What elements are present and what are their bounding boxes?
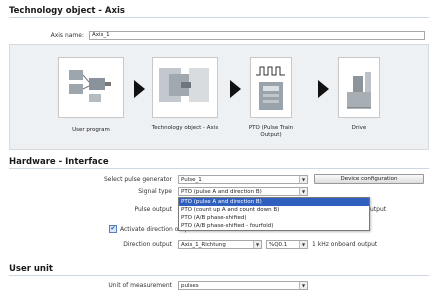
activate-direction-checkbox[interactable]: ✔ xyxy=(109,225,117,233)
pto-box xyxy=(250,57,292,118)
axis-name-label: Axis name: xyxy=(50,32,84,39)
chevron-down-icon[interactable]: ▼ xyxy=(253,241,261,248)
direction-output-suffix: 1 kHz onboard output xyxy=(312,241,378,248)
divider xyxy=(9,275,429,276)
direction-address-select[interactable]: %Q0.1 ▼ xyxy=(266,240,308,249)
signal-type-select[interactable]: PTO (pulse A and direction B) ▼ xyxy=(178,187,308,196)
signal-type-dropdown-list[interactable]: PTO (pulse A and direction B) PTO (count… xyxy=(178,197,370,231)
pulse-generator-label: Select pulse generator xyxy=(103,176,172,183)
pto-caption: PTO (Pulse Train Output) xyxy=(248,125,294,138)
flow-arrow-1 xyxy=(134,80,145,98)
tech-object-icon xyxy=(159,68,209,102)
flow-arrow-3 xyxy=(318,80,329,98)
tech-object-caption: Technology object - Axis xyxy=(151,125,219,131)
direction-output-select[interactable]: Axis_1_Richtung ▼ xyxy=(178,240,262,249)
tech-object-box xyxy=(152,57,218,118)
flow-arrow-2 xyxy=(230,80,241,98)
signal-type-option[interactable]: PTO (A/B phase-shifted - fourfold) xyxy=(179,222,369,230)
chevron-down-icon[interactable]: ▼ xyxy=(299,241,307,248)
drive-box xyxy=(338,57,380,118)
signal-type-option[interactable]: PTO (pulse A and direction B) xyxy=(179,198,369,206)
signal-type-value: PTO (pulse A and direction B) xyxy=(181,188,262,195)
divider xyxy=(9,17,429,18)
device-configuration-button[interactable]: Device configuration xyxy=(314,174,424,184)
hardware-interface-title: Hardware - Interface xyxy=(9,157,109,167)
chevron-down-icon[interactable]: ▼ xyxy=(299,282,307,289)
pulse-output-suffix: utput xyxy=(370,206,387,213)
user-program-icon xyxy=(69,70,111,102)
axis-name-input[interactable]: Axis_1 xyxy=(89,31,425,40)
chevron-down-icon[interactable]: ▼ xyxy=(299,176,307,183)
pulse-generator-value: Pulse_1 xyxy=(181,176,202,183)
unit-of-measurement-select[interactable]: pulses ▼ xyxy=(178,281,308,290)
pto-pulse-icon xyxy=(256,66,285,110)
user-program-box xyxy=(58,57,124,118)
direction-output-value: Axis_1_Richtung xyxy=(181,241,226,248)
tech-object-title: Technology object - Axis xyxy=(9,6,125,16)
signal-type-option[interactable]: PTO (count up A and count down B) xyxy=(179,206,369,214)
unit-of-measurement-label: Unit of measurement xyxy=(108,282,172,289)
drive-caption: Drive xyxy=(351,125,367,131)
signal-type-option[interactable]: PTO (A/B phase-shifted) xyxy=(179,214,369,222)
signal-type-label: Signal type xyxy=(138,188,172,195)
user-unit-title: User unit xyxy=(9,264,53,274)
direction-address-value: %Q0.1 xyxy=(269,241,288,248)
chevron-down-icon[interactable]: ▼ xyxy=(299,188,307,195)
direction-output-label: Direction output xyxy=(123,241,172,248)
user-program-caption: User program xyxy=(72,127,110,133)
pulse-generator-select[interactable]: Pulse_1 ▼ xyxy=(178,175,308,184)
pulse-output-label: Pulse output xyxy=(134,206,173,213)
unit-of-measurement-value: pulses xyxy=(181,282,199,289)
divider xyxy=(9,168,429,169)
drive-motor-icon xyxy=(347,72,371,109)
